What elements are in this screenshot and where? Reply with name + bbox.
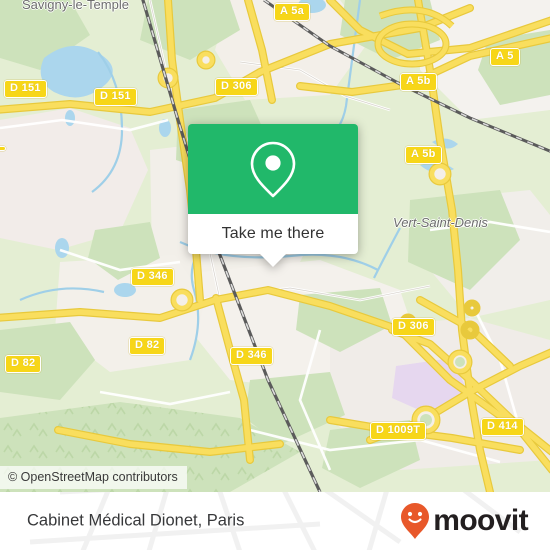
place-title: Cabinet Médical Dionet, Paris [27,511,245,530]
moovit-smiley-pin-icon [401,503,430,539]
map-screenshot: Savigny-le-Temple Vert-Saint-Denis D 151… [0,0,550,550]
road-shield-d306-south: D 306 [392,318,435,336]
road-shield-d306-north: D 306 [215,78,258,96]
road-shield-d414: D 414 [481,418,524,436]
take-me-there-label: Take me there [221,225,325,242]
road-shield-d151-east: D 151 [94,88,137,106]
popup-header [188,124,358,214]
page-footer: Cabinet Médical Dionet, Paris moovit [0,492,550,550]
popup-pointer-tail [260,254,286,267]
place-label: Savigny-le-Temple [22,0,129,12]
road-shield-a5b-north: A 5b [400,73,437,91]
road-shield-partial-left [0,146,6,151]
place-label: Vert-Saint-Denis [393,215,488,230]
road-shield-a5: A 5 [490,48,520,66]
road-shield-a5a: A 5a [274,3,311,21]
road-shield-d346-north: D 346 [131,268,174,286]
road-shield-d151-west: D 151 [4,80,47,98]
moovit-wordmark: moovit [433,504,528,537]
location-popup[interactable]: Take me there [188,124,358,267]
popup-footer[interactable]: Take me there [188,214,358,267]
road-shield-d82-west: D 82 [5,355,42,373]
map-pin-icon [250,141,296,198]
road-shield-a5b-south: A 5b [405,146,442,164]
moovit-logo[interactable]: moovit [400,502,529,540]
road-shield-d82-east: D 82 [129,337,166,355]
road-shield-d346-south: D 346 [230,347,273,365]
road-shield-d1009t: D 1009T [370,422,427,440]
osm-attribution[interactable]: © OpenStreetMap contributors [0,466,187,489]
